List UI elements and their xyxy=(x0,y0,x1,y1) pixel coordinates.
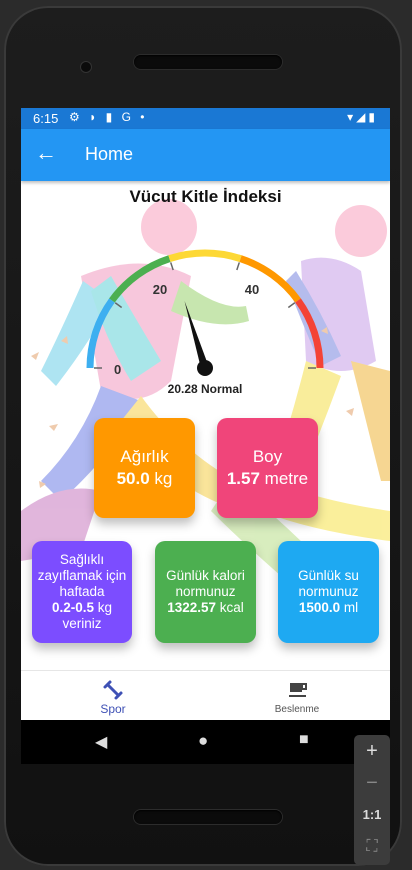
weight-unit: kg xyxy=(154,469,173,488)
bottom-speaker xyxy=(134,810,282,824)
height-card[interactable]: Boy 1.57 metre xyxy=(217,418,318,518)
water-unit: ml xyxy=(343,600,359,615)
zoom-fit-icon[interactable]: ⛶ xyxy=(354,831,390,863)
calorie-unit: kcal xyxy=(219,600,244,615)
weight-value: 50.0 xyxy=(116,469,150,488)
zoom-out-icon[interactable]: − xyxy=(354,767,390,799)
weight-card[interactable]: Ağırlık 50.0 kg xyxy=(94,418,195,518)
gauge-tick-label-20: 20 xyxy=(153,282,167,297)
gauge-zone-arc xyxy=(168,249,242,262)
daily-water-card[interactable]: Günlük su normunuz 1500.0 ml xyxy=(278,541,379,643)
calorie-label: Günlük kalori normunuz xyxy=(166,568,245,599)
height-label: Boy xyxy=(252,447,283,466)
zoom-actual-size-button[interactable]: 1:1 xyxy=(354,799,390,831)
nav-label-beslenme: Beslenme xyxy=(274,704,320,715)
system-recents-icon[interactable]: ■ xyxy=(299,731,309,749)
front-camera xyxy=(81,62,91,72)
gauge-tick-mark xyxy=(169,262,174,271)
gauge-zone-arc xyxy=(295,298,324,369)
bmi-gauge: 0 20 40 20.28 Normal xyxy=(86,249,324,396)
status-bar: 6:15 ⚙ ◗ ▮ G • ▾◢▮ xyxy=(21,108,390,129)
page-title: Home xyxy=(85,144,134,164)
gauge-tick-label-0: 0 xyxy=(114,362,121,377)
gauge-zone-arc xyxy=(86,298,115,369)
arrow-back-icon[interactable]: ← xyxy=(35,141,57,165)
bmi-value-text: 20.28 Normal xyxy=(168,382,243,396)
bottom-navigation: Spor Beslenme xyxy=(21,670,390,721)
daily-calorie-card[interactable]: Günlük kalori normunuz 1322.57 kcal xyxy=(155,541,256,643)
nav-item-spor[interactable]: Spor xyxy=(53,671,173,721)
advice-suffix: veriniz xyxy=(62,616,102,631)
gauge-tick-mark xyxy=(287,302,296,309)
dumbbell-icon xyxy=(103,680,123,700)
water-value: 1500.0 xyxy=(298,600,341,615)
coffee-cup-icon xyxy=(289,683,307,697)
gauge-needle-pointer xyxy=(184,301,209,370)
signal-battery-icons: ▾◢▮ xyxy=(347,110,378,124)
nav-label-spor: Spor xyxy=(100,702,126,716)
system-home-icon[interactable]: ● xyxy=(198,731,208,751)
zoom-in-icon[interactable]: + xyxy=(354,735,390,767)
weight-label: Ağırlık xyxy=(120,447,169,466)
weight-loss-advice-card[interactable]: Sağlıklı zayıflamak için haftada 0.2-0.5… xyxy=(32,541,132,643)
gauge-tick-label-40: 40 xyxy=(245,282,259,297)
system-back-icon[interactable]: ◀ xyxy=(95,732,107,752)
height-unit: metre xyxy=(264,469,309,488)
app-bar: ← Home xyxy=(21,129,390,181)
gauge-needle-hub xyxy=(197,360,213,376)
advice-text: Sağlıklı zayıflamak için haftada xyxy=(37,552,127,599)
app-screen: 6:15 ⚙ ◗ ▮ G • ▾◢▮ ← Home Vücut Kitle İn… xyxy=(21,108,390,764)
gauge-needle xyxy=(184,301,213,376)
calorie-value: 1322.57 xyxy=(167,600,217,615)
gauge-tick-mark xyxy=(114,302,123,309)
height-value: 1.57 xyxy=(226,469,260,488)
nav-item-beslenme[interactable]: Beslenme xyxy=(237,671,357,721)
status-time: 6:15 xyxy=(33,111,59,126)
water-label: Günlük su normunuz xyxy=(298,568,359,599)
advice-unit: kg xyxy=(97,600,113,615)
emulator-zoom-controls: + − 1:1 ⛶ xyxy=(354,735,390,865)
gauge-tick-mark xyxy=(236,262,241,271)
top-speaker xyxy=(134,55,282,69)
notification-icons: ⚙ ◗ ▮ G • xyxy=(69,110,148,124)
system-navigation-bar: ◀ ● ■ xyxy=(21,720,390,764)
main-content: Vücut Kitle İndeksi 0 20 40 20.28 Normal… xyxy=(21,181,390,671)
advice-value: 0.2-0.5 xyxy=(51,600,94,615)
